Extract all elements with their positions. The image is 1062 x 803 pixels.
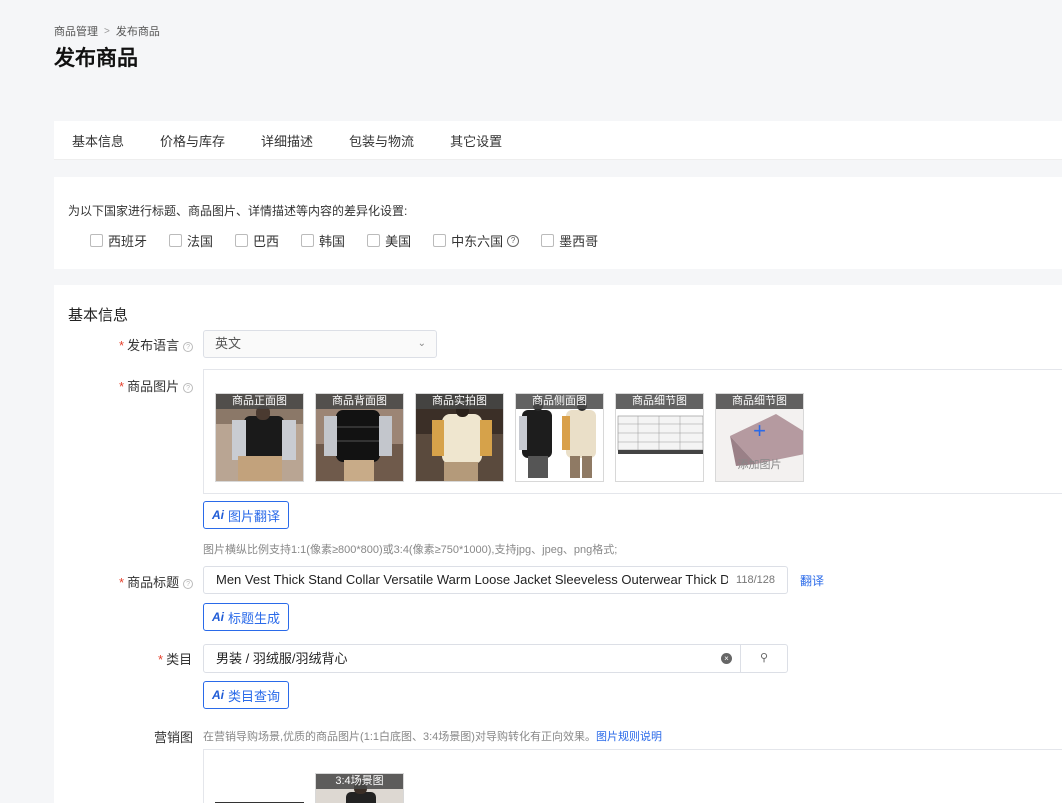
clear-icon[interactable]: × bbox=[721, 653, 732, 664]
thumbnail-detail[interactable]: 商品细节图 bbox=[615, 393, 704, 482]
marketing-hint: 在营销导购场景,优质的商品图片(1:1白底图、3:4场景图)对导购转化有正向效果… bbox=[203, 728, 662, 744]
image-thumbnail-list: 商品正面图 商品背面图 商品实拍图 商品侧面图 商品细节图 商品细节图 + 添加… bbox=[215, 393, 815, 482]
country-checkbox-list: 西班牙 法国 巴西 韩国 美国 中东六国? 墨西哥 bbox=[90, 231, 620, 250]
thumbnail-model[interactable]: 商品实拍图 bbox=[415, 393, 504, 482]
tab-basic-info[interactable]: 基本信息 bbox=[72, 131, 124, 150]
help-icon[interactable]: ? bbox=[183, 341, 194, 352]
page-title: 发布商品 bbox=[54, 47, 138, 70]
checkbox-box[interactable] bbox=[541, 234, 555, 247]
breadcrumb-separator: > bbox=[104, 25, 110, 37]
category-label-text: 类目 bbox=[166, 652, 193, 667]
plus-icon: + bbox=[753, 418, 766, 443]
translate-link[interactable]: 翻译 bbox=[800, 572, 824, 589]
thumbnail-label: 商品正面图 bbox=[216, 394, 303, 409]
add-image-button[interactable]: 商品细节图 + 添加图片 bbox=[715, 393, 804, 482]
ai-icon: Ai bbox=[212, 508, 224, 522]
thumbnail-side[interactable]: 商品侧面图 bbox=[515, 393, 604, 482]
product-title-value: Men Vest Thick Stand Collar Versatile Wa… bbox=[216, 572, 754, 587]
category-lookup-label: 类目查询 bbox=[228, 688, 281, 704]
country-label: 韩国 bbox=[319, 234, 346, 249]
help-icon[interactable]: ? bbox=[183, 578, 194, 589]
checkbox-box[interactable] bbox=[433, 234, 447, 247]
title-char-counter: 118/128 bbox=[728, 567, 775, 593]
category-value: 男装 / 羽绒服/羽绒背心 bbox=[216, 651, 348, 666]
country-label: 巴西 bbox=[253, 234, 280, 249]
help-icon[interactable]: ? bbox=[183, 382, 194, 393]
image-upload-area: 商品正面图 商品背面图 商品实拍图 商品侧面图 商品细节图 商品细节图 + 添加… bbox=[203, 369, 1062, 494]
section-tabs: 基本信息 价格与库存 详细描述 包装与物流 其它设置 bbox=[54, 121, 1062, 160]
checkbox-box[interactable] bbox=[90, 234, 103, 247]
country-label: 墨西哥 bbox=[559, 234, 599, 249]
country-label: 法国 bbox=[187, 234, 214, 249]
breadcrumb-current: 发布商品 bbox=[115, 26, 160, 38]
country-hint: 为以下国家进行标题、商品图片、详情描述等内容的差异化设置: bbox=[68, 204, 408, 218]
title-label: * 商品标题? bbox=[119, 572, 194, 591]
thumbnail-label: 商品背面图 bbox=[316, 394, 403, 409]
marketing-image-area: 3:4场景图 bbox=[203, 749, 1062, 803]
chevron-down-icon: ⌄ bbox=[417, 338, 426, 349]
marketing-image-label: 营销图 bbox=[154, 730, 194, 745]
country-label: 西班牙 bbox=[108, 234, 148, 249]
tab-packaging-logistics[interactable]: 包装与物流 bbox=[349, 131, 414, 150]
marketing-hint-text: 在营销导购场景,优质的商品图片(1:1白底图、3:4场景图)对导购转化有正向效果… bbox=[203, 731, 596, 743]
language-select[interactable]: 英文 ⌄ bbox=[203, 330, 437, 358]
breadcrumb: 商品管理 > 发布商品 bbox=[54, 23, 160, 39]
image-requirement-hint: 图片横纵比例支持1:1(像素≥800*800)或3:4(像素≥750*1000)… bbox=[203, 544, 618, 556]
tab-other-settings[interactable]: 其它设置 bbox=[450, 131, 502, 150]
country-differentiation-panel: 为以下国家进行标题、商品图片、详情描述等内容的差异化设置: 西班牙 法国 巴西 … bbox=[54, 177, 1062, 269]
category-label: * 类目 bbox=[158, 649, 192, 668]
required-mark: * bbox=[119, 379, 125, 394]
thumbnail-label: 商品细节图 bbox=[616, 394, 703, 409]
language-value: 英文 bbox=[215, 336, 242, 351]
add-image-text: 添加图片 bbox=[737, 459, 782, 471]
thumbnail-label: 3:4场景图 bbox=[316, 774, 403, 789]
thumbnail-label: 商品细节图 bbox=[716, 394, 803, 409]
language-label-text: 发布语言 bbox=[127, 338, 180, 353]
images-label-text: 商品图片 bbox=[127, 379, 180, 394]
title-generate-button[interactable]: Ai 标题生成 bbox=[203, 603, 290, 631]
product-title-input[interactable]: Men Vest Thick Stand Collar Versatile Wa… bbox=[203, 566, 788, 594]
title-label-text: 商品标题 bbox=[127, 575, 180, 590]
country-checkbox-mexico[interactable]: 墨西哥 bbox=[541, 231, 598, 250]
category-lookup-button[interactable]: Ai 类目查询 bbox=[203, 681, 290, 709]
tab-price-stock[interactable]: 价格与库存 bbox=[160, 131, 225, 150]
ai-icon: Ai bbox=[212, 610, 224, 624]
scene-image-thumbnail[interactable]: 3:4场景图 bbox=[315, 773, 404, 803]
basic-info-panel: 基本信息 * 发布语言? 英文 ⌄ * 商品图片? 商品正面图 商品背面图 商品实拍… bbox=[54, 285, 1062, 803]
checkbox-box[interactable] bbox=[235, 234, 249, 247]
required-mark: * bbox=[158, 652, 164, 667]
thumbnail-front[interactable]: 商品正面图 bbox=[215, 393, 304, 482]
image-translate-button[interactable]: Ai 图片翻译 bbox=[203, 501, 290, 529]
image-rules-link[interactable]: 图片规则说明 bbox=[596, 731, 662, 743]
checkbox-box[interactable] bbox=[301, 234, 315, 247]
language-label: * 发布语言? bbox=[119, 335, 194, 354]
country-checkbox-middle-east[interactable]: 中东六国? bbox=[433, 231, 520, 250]
checkbox-box[interactable] bbox=[169, 234, 183, 247]
section-title: 基本信息 bbox=[68, 307, 129, 324]
country-checkbox-usa[interactable]: 美国 bbox=[367, 231, 411, 250]
question-circle-icon[interactable]: ? bbox=[507, 234, 520, 247]
search-icon[interactable]: ⚲ bbox=[740, 645, 787, 672]
country-checkbox-spain[interactable]: 西班牙 bbox=[90, 231, 147, 250]
thumbnail-label: 商品实拍图 bbox=[416, 394, 503, 409]
checkbox-box[interactable] bbox=[367, 234, 381, 247]
required-mark: * bbox=[119, 575, 125, 590]
ai-icon: Ai bbox=[212, 688, 224, 702]
images-label: * 商品图片? bbox=[119, 376, 194, 395]
breadcrumb-parent[interactable]: 商品管理 bbox=[54, 23, 98, 39]
image-translate-label: 图片翻译 bbox=[228, 508, 281, 524]
country-checkbox-france[interactable]: 法国 bbox=[169, 231, 213, 250]
country-label: 美国 bbox=[385, 234, 412, 249]
country-label: 中东六国 bbox=[451, 234, 504, 249]
category-input[interactable]: 男装 / 羽绒服/羽绒背心 × ⚲ bbox=[203, 644, 788, 673]
country-checkbox-brazil[interactable]: 巴西 bbox=[235, 231, 279, 250]
thumbnail-label: 商品侧面图 bbox=[516, 394, 603, 409]
title-generate-label: 标题生成 bbox=[228, 610, 281, 626]
thumbnail-back[interactable]: 商品背面图 bbox=[315, 393, 404, 482]
tab-description[interactable]: 详细描述 bbox=[261, 131, 313, 150]
required-mark: * bbox=[119, 338, 125, 353]
country-checkbox-korea[interactable]: 韩国 bbox=[301, 231, 345, 250]
